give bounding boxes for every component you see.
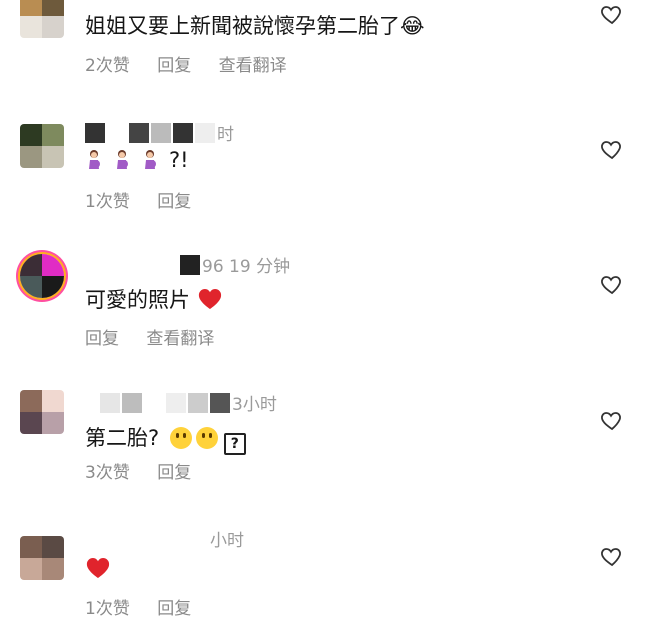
comment-time: 96 19 分钟 bbox=[202, 257, 291, 277]
comment-item: 时 ?! 1次赞 回复 bbox=[0, 120, 660, 256]
red-heart-icon bbox=[86, 558, 110, 578]
heart-outline-icon[interactable] bbox=[600, 544, 624, 568]
pregnant-woman-icon bbox=[145, 150, 156, 169]
avatar[interactable] bbox=[20, 124, 64, 168]
comment-time: 小时 bbox=[210, 531, 244, 551]
like-count[interactable]: 2次赞 bbox=[85, 56, 130, 76]
comment-actions: 回复 查看翻译 bbox=[85, 324, 236, 349]
like-count[interactable]: 3次赞 bbox=[85, 463, 130, 483]
translate-button[interactable]: 查看翻译 bbox=[146, 329, 214, 349]
comment-actions: 3次赞 回复 bbox=[85, 458, 213, 483]
translate-button[interactable]: 查看翻译 bbox=[219, 56, 287, 76]
comment-actions: 1次赞 回复 bbox=[85, 594, 213, 619]
comment-item: 96 19 分钟 可愛的照片 回复 查看翻译 bbox=[0, 254, 660, 390]
comment-item: 姐姐又要上新聞被說懷孕第二胎了😂 2次赞 回复 查看翻译 bbox=[0, 0, 660, 136]
unknown-glyph-icon: ? bbox=[223, 433, 246, 455]
pregnant-woman-icon bbox=[89, 150, 100, 169]
avatar[interactable] bbox=[20, 536, 64, 580]
comment-text-suffix: ?! bbox=[169, 148, 189, 172]
comment-text-row: 可愛的照片 bbox=[85, 284, 223, 314]
comment-text: 第二胎? bbox=[85, 426, 160, 450]
red-heart-icon bbox=[198, 289, 221, 309]
comment-actions: 2次赞 回复 查看翻译 bbox=[85, 51, 309, 76]
avatar[interactable] bbox=[20, 390, 64, 434]
comment-text: 姐姐又要上新聞被說懷孕第二胎了😂 bbox=[85, 14, 425, 38]
like-count[interactable]: 1次赞 bbox=[85, 192, 130, 212]
heart-outline-icon[interactable] bbox=[600, 137, 624, 161]
reply-button[interactable]: 回复 bbox=[157, 599, 191, 619]
avatar[interactable] bbox=[20, 254, 64, 298]
comment-item: 小时 1次赞 回复 bbox=[0, 526, 660, 624]
comment-meta: 3小时 bbox=[100, 390, 277, 415]
comment-time: 3小时 bbox=[232, 395, 277, 415]
like-count[interactable]: 1次赞 bbox=[85, 599, 130, 619]
comment-text: 可愛的照片 bbox=[85, 288, 190, 312]
comment-meta: 时 bbox=[85, 120, 234, 145]
comment-actions: 1次赞 回复 bbox=[85, 187, 213, 212]
reply-button[interactable]: 回复 bbox=[85, 329, 119, 349]
reply-button[interactable]: 回复 bbox=[157, 192, 191, 212]
comment-meta: 小时 bbox=[210, 526, 244, 551]
grinning-face-icon bbox=[195, 427, 218, 449]
pregnant-woman-icon bbox=[117, 150, 128, 169]
reply-button[interactable]: 回复 bbox=[157, 56, 191, 76]
comment-text-row: 第二胎? ? bbox=[85, 422, 246, 455]
comment-item: 3小时 第二胎? ? 3次赞 回复 bbox=[0, 390, 660, 526]
comment-meta: 96 19 分钟 bbox=[180, 252, 291, 277]
grinning-face-icon bbox=[169, 427, 192, 449]
comment-text-row bbox=[85, 556, 111, 581]
heart-outline-icon[interactable] bbox=[600, 408, 624, 432]
comment-text: ?! bbox=[85, 148, 189, 173]
heart-outline-icon[interactable] bbox=[600, 2, 624, 26]
comment-time: 时 bbox=[217, 125, 234, 145]
avatar[interactable] bbox=[20, 0, 64, 38]
heart-outline-icon[interactable] bbox=[600, 272, 624, 296]
reply-button[interactable]: 回复 bbox=[157, 463, 191, 483]
